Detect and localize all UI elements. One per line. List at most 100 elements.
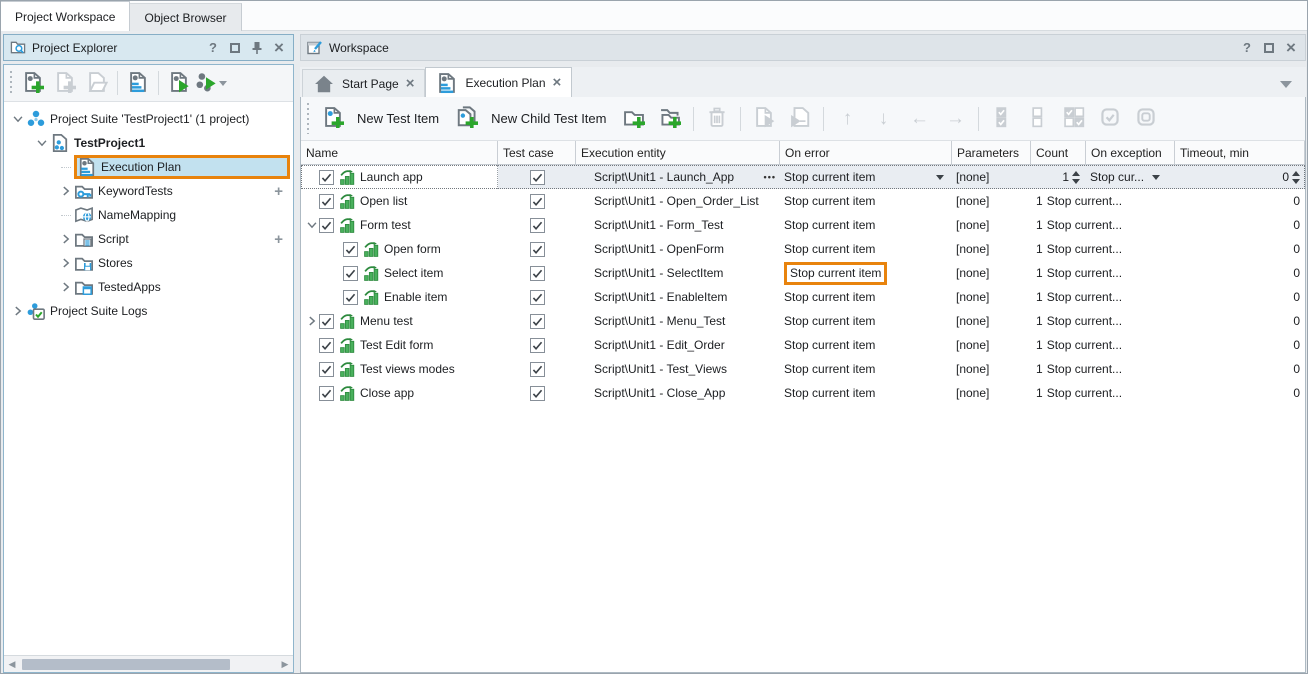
toolbar-grip[interactable] — [305, 103, 310, 134]
execution-plan-button[interactable] — [123, 68, 153, 98]
expand-icon[interactable] — [58, 183, 74, 199]
execution-entity-cell[interactable]: Script\Unit1 - Open_Order_List — [576, 189, 780, 213]
toolbar-button-label[interactable]: New Test Item — [357, 111, 439, 126]
new-child-group-button[interactable] — [654, 103, 686, 135]
new-test-item-button[interactable] — [317, 103, 349, 135]
scroll-right-icon[interactable]: ▶ — [277, 659, 293, 670]
tree-item-keywordtests[interactable]: KeywordTests+ — [4, 179, 293, 203]
close-icon[interactable]: × — [271, 40, 287, 56]
parameters-cell[interactable]: [none] — [952, 189, 1031, 213]
expand-icon[interactable] — [10, 303, 26, 319]
timeout-cell[interactable]: 0 — [1175, 309, 1305, 333]
on-error-cell[interactable]: Stop current item — [780, 165, 952, 189]
pin-icon[interactable] — [249, 40, 265, 56]
test-case-checkbox[interactable] — [530, 314, 545, 329]
new-group-button[interactable] — [618, 103, 650, 135]
open-file-button[interactable] — [82, 68, 112, 98]
test-case-checkbox[interactable] — [530, 194, 545, 209]
move-right-button[interactable]: → — [939, 103, 971, 135]
parameters-cell[interactable]: [none] — [952, 165, 1031, 189]
toolbar-button-label[interactable]: New Child Test Item — [491, 111, 606, 126]
column-header-on-error[interactable]: On error — [780, 141, 952, 164]
check-all-button[interactable] — [986, 103, 1018, 135]
tree-item-testproject1[interactable]: TestProject1 — [4, 131, 293, 155]
value-spinner[interactable] — [1072, 171, 1080, 184]
name-cell[interactable]: Form test — [301, 213, 498, 237]
count-and-on-exception-cell[interactable]: 1Stop current... — [1031, 357, 1175, 381]
on-error-cell[interactable]: Stop current item — [780, 261, 952, 285]
row-enabled-checkbox[interactable] — [343, 242, 358, 257]
column-header-name[interactable]: Name — [301, 141, 498, 164]
count-and-on-exception-cell[interactable]: 1Stop current... — [1031, 309, 1175, 333]
timeout-cell[interactable]: 0 — [1175, 261, 1305, 285]
parameters-cell[interactable]: [none] — [952, 213, 1031, 237]
horizontal-scrollbar[interactable]: ◀ ▶ — [4, 655, 293, 672]
on-error-dropdown-icon[interactable] — [936, 175, 944, 180]
collapse-icon[interactable] — [34, 135, 50, 151]
execution-entity-cell[interactable]: Script\Unit1 - Menu_Test — [576, 309, 780, 333]
name-cell[interactable]: Select item — [301, 261, 498, 285]
name-cell[interactable]: Enable item — [301, 285, 498, 309]
tree-item-testedapps[interactable]: TestedApps — [4, 275, 293, 299]
parameters-cell[interactable]: [none] — [952, 357, 1031, 381]
test-item-row-open-form[interactable]: Open formScript\Unit1 - OpenFormStop cur… — [301, 237, 1305, 261]
row-enabled-checkbox[interactable] — [343, 266, 358, 281]
tree-item-stores[interactable]: Stores — [4, 251, 293, 275]
tree-item-execution-plan[interactable]: Execution Plan — [4, 155, 293, 179]
execution-entity-cell[interactable]: Script\Unit1 - Test_Views — [576, 357, 780, 381]
tree-item-namemapping[interactable]: NameMapping — [4, 203, 293, 227]
name-cell[interactable]: Open form — [301, 237, 498, 261]
column-header-count[interactable]: Count — [1031, 141, 1086, 164]
document-tab-object-browser[interactable]: Object Browser — [130, 3, 241, 31]
test-item-row-test-edit-form[interactable]: Test Edit formScript\Unit1 - Edit_OrderS… — [301, 333, 1305, 357]
name-cell[interactable]: Launch app — [301, 165, 498, 189]
test-case-checkbox[interactable] — [530, 290, 545, 305]
value-spinner[interactable] — [1292, 171, 1300, 184]
on-error-cell[interactable]: Stop current item — [780, 189, 952, 213]
timeout-cell[interactable]: 0 — [1175, 165, 1305, 189]
add-project-button[interactable] — [18, 68, 48, 98]
run-project-button[interactable] — [164, 68, 194, 98]
document-tab-project-workspace[interactable]: Project Workspace — [1, 1, 130, 31]
on-error-cell[interactable]: Stop current item — [780, 285, 952, 309]
timeout-cell[interactable]: 0 — [1175, 189, 1305, 213]
add-item-plus-icon[interactable]: + — [274, 231, 283, 248]
on-error-cell[interactable]: Stop current item — [780, 213, 952, 237]
row-enabled-checkbox[interactable] — [319, 194, 334, 209]
move-up-button[interactable]: ↑ — [831, 103, 863, 135]
tab-list-dropdown-icon[interactable] — [1280, 81, 1292, 88]
delete-button[interactable] — [701, 103, 733, 135]
on-error-cell[interactable]: Stop current item — [780, 237, 952, 261]
move-down-button[interactable]: ↓ — [867, 103, 899, 135]
toolbar-grip[interactable] — [8, 71, 13, 95]
execution-entity-cell[interactable]: Script\Unit1 - Close_App — [576, 381, 780, 405]
row-enabled-checkbox[interactable] — [319, 314, 334, 329]
tree-item-script[interactable]: Script+ — [4, 227, 293, 251]
execution-entity-cell[interactable]: Script\Unit1 - Form_Test — [576, 213, 780, 237]
expand-icon[interactable] — [303, 314, 319, 328]
timeout-cell[interactable]: 0 — [1175, 357, 1305, 381]
check-selected-button[interactable] — [1094, 103, 1126, 135]
on-error-cell[interactable]: Stop current item — [780, 309, 952, 333]
scrollbar-thumb[interactable] — [22, 659, 230, 670]
name-cell[interactable]: Test Edit form — [301, 333, 498, 357]
test-case-checkbox[interactable] — [530, 242, 545, 257]
parameters-cell[interactable]: [none] — [952, 261, 1031, 285]
on-error-cell[interactable]: Stop current item — [780, 381, 952, 405]
count-cell[interactable]: 1 — [1031, 165, 1086, 189]
test-case-checkbox[interactable] — [530, 170, 545, 185]
column-header-timeout-min[interactable]: Timeout, min — [1175, 141, 1305, 164]
name-cell[interactable]: Close app — [301, 381, 498, 405]
parameters-cell[interactable]: [none] — [952, 333, 1031, 357]
execution-entity-cell[interactable]: Script\Unit1 - Launch_App••• — [576, 165, 780, 189]
tree-item-project-suite-testproject1-1-project[interactable]: Project Suite 'TestProject1' (1 project) — [4, 107, 293, 131]
name-cell[interactable]: Test views modes — [301, 357, 498, 381]
column-header-parameters[interactable]: Parameters — [952, 141, 1031, 164]
close-tab-icon[interactable]: × — [406, 76, 415, 91]
browse-entity-button[interactable]: ••• — [764, 172, 776, 182]
count-and-on-exception-cell[interactable]: 1Stop current... — [1031, 285, 1175, 309]
new-child-test-item-button[interactable] — [451, 103, 483, 135]
count-and-on-exception-cell[interactable]: 1Stop current... — [1031, 261, 1175, 285]
scroll-left-icon[interactable]: ◀ — [4, 659, 20, 670]
column-header-execution-entity[interactable]: Execution entity — [576, 141, 780, 164]
